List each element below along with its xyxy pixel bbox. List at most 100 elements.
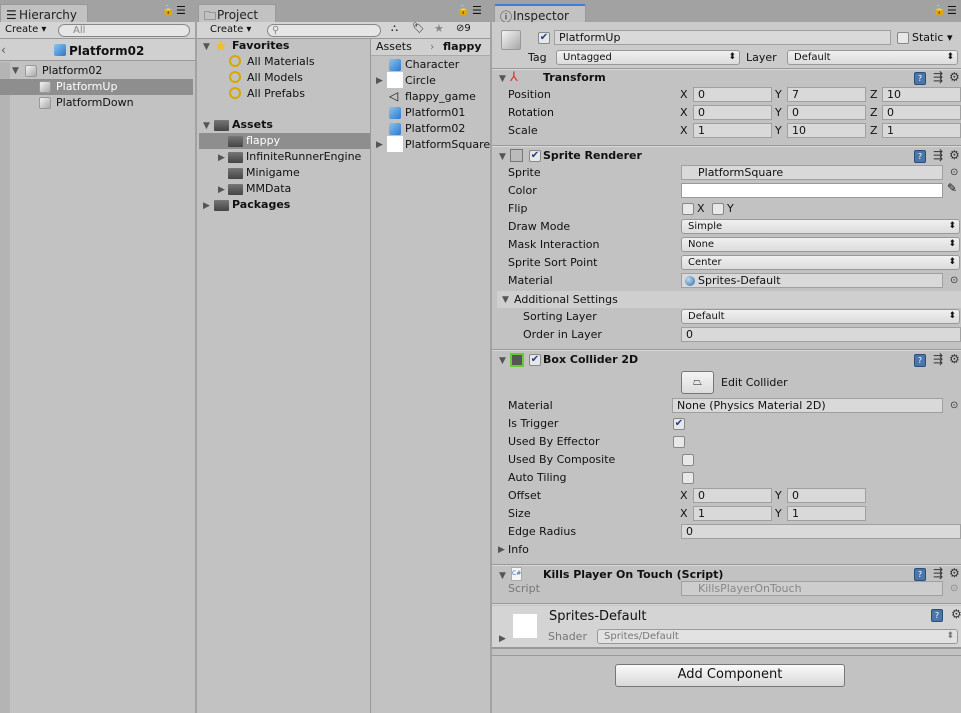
gear-icon[interactable]: ⚙ [949, 352, 960, 366]
scale-y[interactable]: 10 [787, 123, 866, 138]
create-button[interactable]: Create ▾ [5, 24, 46, 35]
shader-dropdown[interactable]: Sprites/Default [597, 629, 958, 644]
used-by-effector-checkbox[interactable] [673, 436, 685, 448]
sorting-layer-dropdown[interactable]: Default [681, 309, 960, 324]
tab-project[interactable]: 🗀 Project [198, 4, 276, 23]
expand-icon[interactable]: ▼ [12, 66, 19, 76]
label-icon[interactable]: 🏷 [412, 23, 425, 34]
file-item[interactable]: Circle [405, 74, 436, 87]
menu-icon[interactable]: ☰ [947, 4, 957, 17]
expand-icon[interactable]: ▶ [498, 545, 505, 555]
filter-type-icon[interactable]: ⛬ [391, 23, 398, 34]
breadcrumb-item[interactable]: Assets [376, 40, 412, 53]
folder-item[interactable]: InfiniteRunnerEngine [246, 150, 361, 163]
menu-icon[interactable]: ☰ [176, 4, 186, 17]
preset-icon[interactable]: ⇶ [933, 148, 943, 162]
packages-folder[interactable]: Packages [232, 198, 290, 211]
enabled-checkbox[interactable]: ✔ [529, 354, 541, 366]
file-item[interactable]: PlatformSquare [405, 138, 490, 151]
enabled-checkbox[interactable]: ✔ [529, 150, 541, 162]
expand-icon[interactable]: ▼ [502, 295, 509, 305]
is-trigger-checkbox[interactable]: ✔ [673, 418, 685, 430]
collapse-icon[interactable]: ▼ [499, 356, 506, 366]
offset-x[interactable]: 0 [693, 488, 772, 503]
active-checkbox[interactable]: ✔ [538, 32, 550, 44]
used-by-composite-checkbox[interactable] [682, 454, 694, 466]
rotation-y[interactable]: 0 [787, 105, 866, 120]
position-x[interactable]: 0 [693, 87, 772, 102]
gear-icon[interactable]: ⚙ [949, 148, 960, 162]
lock-icon[interactable]: 🔒 [457, 5, 469, 16]
folder-item[interactable]: Minigame [246, 166, 300, 179]
tab-hierarchy[interactable]: ☰ Hierarchy [0, 4, 88, 23]
favorite-item[interactable]: All Models [247, 71, 303, 84]
add-component-button[interactable]: Add Component [615, 664, 845, 687]
scale-x[interactable]: 1 [693, 123, 772, 138]
preset-icon[interactable]: ⇶ [933, 566, 943, 580]
collapse-icon[interactable]: ▼ [499, 152, 506, 162]
file-item[interactable]: flappy_game [405, 90, 476, 103]
expand-icon[interactable]: ▶ [203, 201, 210, 211]
expand-icon[interactable]: ▼ [203, 121, 210, 131]
back-icon[interactable]: ‹ [1, 43, 6, 57]
gear-icon[interactable]: ⚙ [951, 607, 961, 621]
preset-icon[interactable]: ⇶ [933, 70, 943, 84]
search-input[interactable]: All [58, 24, 190, 37]
hierarchy-item[interactable]: PlatformDown [56, 96, 134, 109]
expand-icon[interactable]: ▶ [499, 634, 506, 644]
tab-inspector[interactable]: ⓘ Inspector [494, 4, 586, 24]
static-checkbox[interactable] [897, 32, 909, 44]
hidden-icon[interactable]: ⊘9 [456, 23, 471, 34]
create-button[interactable]: Create ▾ [210, 24, 251, 35]
info-foldout[interactable]: Info [508, 543, 529, 556]
rotation-x[interactable]: 0 [693, 105, 772, 120]
collapse-icon[interactable]: ▼ [499, 571, 506, 581]
file-item[interactable]: Character [405, 58, 459, 71]
favorites-header[interactable]: Favorites [232, 39, 289, 52]
folder-item[interactable]: MMData [246, 182, 291, 195]
tag-dropdown[interactable]: Untagged [556, 50, 740, 65]
expand-icon[interactable]: ▶ [218, 185, 225, 195]
hierarchy-item[interactable]: Platform02 [42, 64, 102, 77]
file-item[interactable]: Platform02 [405, 122, 465, 135]
object-picker-icon[interactable]: ⊙ [950, 400, 958, 411]
static-dropdown[interactable]: Static ▾ [912, 31, 952, 44]
flip-y-checkbox[interactable] [712, 203, 724, 215]
flip-x-checkbox[interactable] [682, 203, 694, 215]
lock-icon[interactable]: 🔒 [162, 5, 174, 16]
menu-icon[interactable]: ☰ [472, 4, 482, 17]
expand-icon[interactable]: ▶ [376, 76, 383, 86]
favorite-item[interactable]: All Prefabs [247, 87, 305, 100]
help-icon[interactable]: ? [931, 609, 943, 622]
position-y[interactable]: 7 [787, 87, 866, 102]
size-y[interactable]: 1 [787, 506, 866, 521]
gameobject-icon[interactable] [501, 30, 521, 50]
physics-material-field[interactable]: None (Physics Material 2D) [672, 398, 943, 413]
lock-icon[interactable]: 🔒 [933, 5, 945, 16]
object-picker-icon[interactable]: ⊙ [950, 167, 958, 178]
eyedropper-icon[interactable]: ✎ [947, 181, 957, 195]
help-icon[interactable]: ? [914, 72, 926, 85]
edit-collider-button[interactable]: ⏢ [681, 371, 714, 394]
preset-icon[interactable]: ⇶ [933, 352, 943, 366]
order-input[interactable]: 0 [681, 327, 961, 342]
favorite-item[interactable]: All Materials [247, 55, 315, 68]
folder-item[interactable]: flappy [246, 134, 280, 147]
mask-dropdown[interactable]: None [681, 237, 960, 252]
gear-icon[interactable]: ⚙ [949, 70, 960, 84]
offset-y[interactable]: 0 [787, 488, 866, 503]
breadcrumb-item[interactable]: flappy [443, 40, 482, 53]
expand-icon[interactable]: ▼ [203, 42, 210, 52]
assets-folder[interactable]: Assets [232, 118, 273, 131]
star-icon[interactable]: ★ [434, 22, 444, 35]
rotation-z[interactable]: 0 [882, 105, 961, 120]
hierarchy-item[interactable]: PlatformUp [56, 80, 117, 93]
layer-dropdown[interactable]: Default [787, 50, 958, 65]
auto-tiling-checkbox[interactable] [682, 472, 694, 484]
gear-icon[interactable]: ⚙ [949, 566, 960, 580]
collapse-icon[interactable]: ▼ [499, 74, 506, 84]
search-input[interactable]: ⚲ [267, 24, 381, 37]
material-field[interactable]: Sprites-Default [681, 273, 943, 288]
file-item[interactable]: Platform01 [405, 106, 465, 119]
object-picker-icon[interactable]: ⊙ [950, 275, 958, 286]
